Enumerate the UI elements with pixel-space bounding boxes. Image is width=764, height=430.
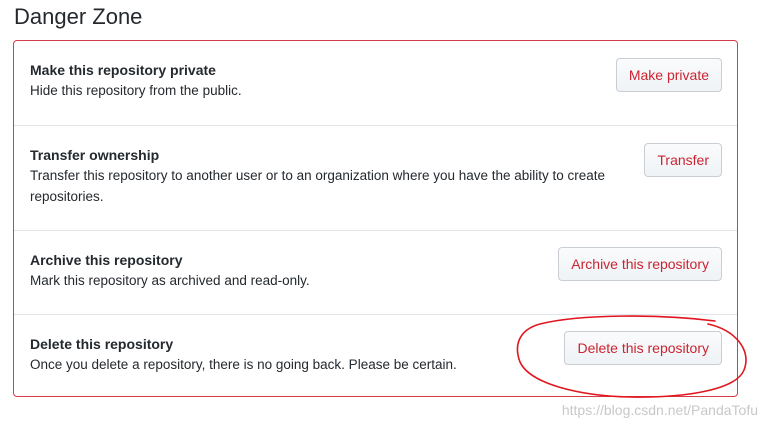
row-title: Make this repository private [30,62,216,78]
row-title: Archive this repository [30,252,183,268]
section-heading: Danger Zone [14,4,143,29]
row-make-private: Make this repository private Hide this r… [14,41,737,125]
row-description: Transfer this repository to another user… [30,168,606,204]
delete-repository-button[interactable]: Delete this repository [564,331,722,365]
row-delete-repository: Delete this repository Once you delete a… [14,314,737,396]
archive-repository-button[interactable]: Archive this repository [558,247,722,281]
make-private-button[interactable]: Make private [615,58,722,92]
danger-zone-box: Make this repository private Hide this r… [13,40,738,397]
row-description: Once you delete a repository, there is n… [30,357,457,372]
row-title: Delete this repository [30,336,174,352]
row-description: Mark this repository as archived and rea… [30,273,310,288]
row-title: Transfer ownership [30,147,160,163]
row-text: Archive this repository Mark this reposi… [30,250,630,291]
row-text: Delete this repository Once you delete a… [30,334,630,375]
row-text: Transfer ownership Transfer this reposit… [30,145,630,207]
watermark: https://blog.csdn.net/PandaTofu [561,402,758,418]
row-transfer-ownership: Transfer ownership Transfer this reposit… [14,125,737,230]
row-description: Hide this repository from the public. [30,83,242,98]
row-text: Make this repository private Hide this r… [30,60,630,101]
transfer-button[interactable]: Transfer [644,143,722,177]
row-archive-repository: Archive this repository Mark this reposi… [14,230,737,314]
